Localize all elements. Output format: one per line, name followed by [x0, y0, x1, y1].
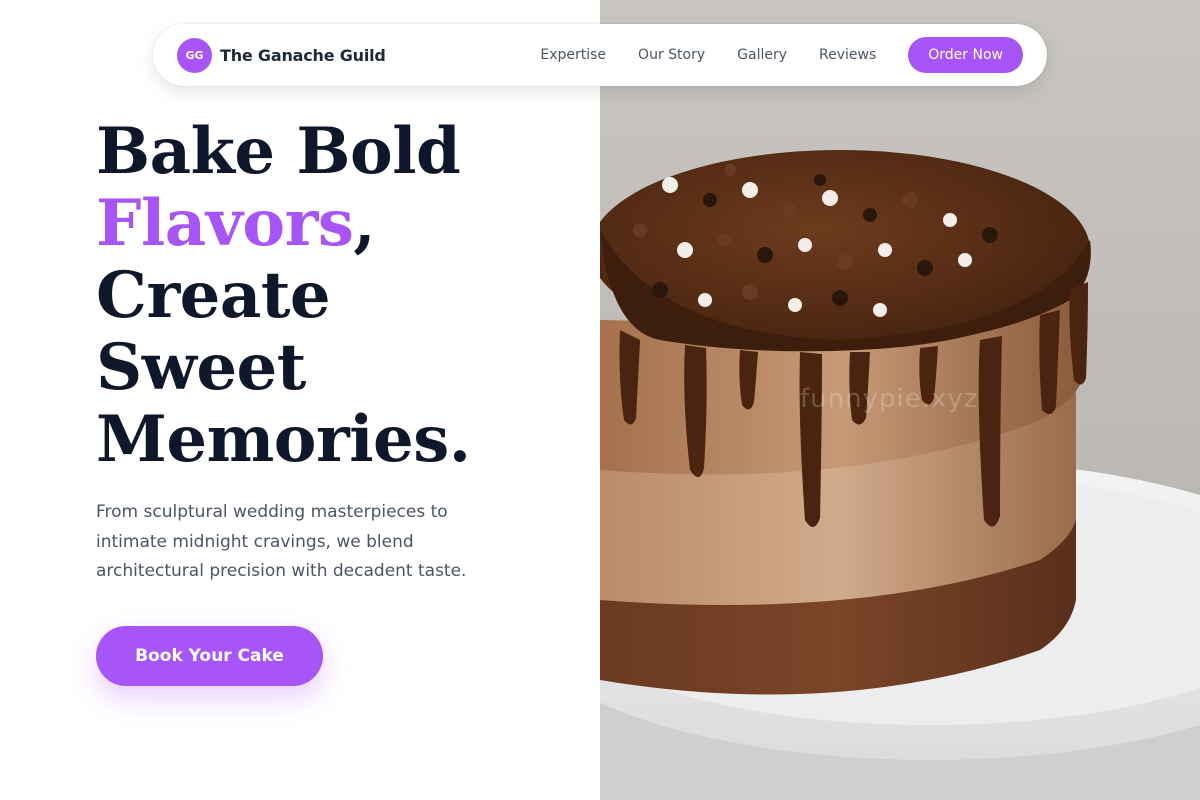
- hero-subtext: From sculptural wedding masterpieces to …: [96, 502, 467, 581]
- headline-accent-word: Flavors: [96, 186, 354, 261]
- book-your-cake-button[interactable]: Book Your Cake: [96, 626, 323, 686]
- nav-link-gallery[interactable]: Gallery: [737, 47, 787, 63]
- nav-links: Expertise Our Story Gallery Reviews: [540, 47, 876, 63]
- headline-line-3: Create: [96, 258, 331, 333]
- headline-line-5: Memories.: [96, 402, 471, 477]
- hero-cake-image: funnypie.xyz: [600, 0, 1200, 800]
- top-navbar: GG The Ganache Guild Expertise Our Story…: [153, 24, 1047, 86]
- headline-line-2: Flavors,: [96, 188, 471, 260]
- headline-line-1: Bake Bold: [96, 114, 461, 189]
- hero-headline: Bake Bold Flavors, Create Sweet Memories…: [96, 116, 471, 476]
- brand-name: The Ganache Guild: [220, 45, 386, 65]
- brand-monogram-icon: GG: [177, 37, 212, 73]
- order-now-button[interactable]: Order Now: [908, 37, 1023, 73]
- brand-logo-link[interactable]: GG The Ganache Guild: [177, 37, 386, 73]
- headline-line-4: Sweet: [96, 330, 306, 405]
- nav-link-expertise[interactable]: Expertise: [540, 47, 606, 63]
- headline-accent-suffix: ,: [353, 186, 376, 261]
- watermark-text: funnypie.xyz: [800, 384, 979, 414]
- nav-link-our-story[interactable]: Our Story: [638, 47, 705, 63]
- nav-link-reviews[interactable]: Reviews: [819, 47, 876, 63]
